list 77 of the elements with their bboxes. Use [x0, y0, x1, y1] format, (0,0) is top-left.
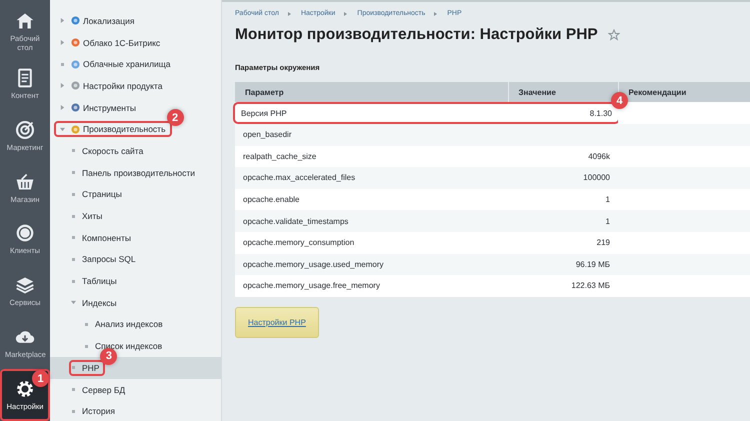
- table-cell: 96.19 МБ: [576, 260, 610, 269]
- tree-item[interactable]: Облако 1С-Битрикс: [83, 38, 160, 48]
- bullet-icon: [72, 214, 75, 218]
- tree-item[interactable]: Инструменты: [83, 102, 136, 113]
- tree-item[interactable]: Страницы: [82, 189, 122, 200]
- column-header: Параметр: [235, 82, 508, 102]
- tree-item[interactable]: Производительность: [83, 124, 166, 134]
- bullet-icon: [61, 62, 64, 66]
- layers-icon: [15, 275, 35, 296]
- bullet-icon: [72, 171, 75, 174]
- table-cell: Версия PHP: [241, 108, 287, 118]
- step-badge: 3: [100, 348, 118, 365]
- caret-right-icon[interactable]: [60, 105, 65, 110]
- tree-item[interactable]: Запросы SQL: [82, 254, 136, 264]
- caret-down-icon[interactable]: [71, 300, 76, 306]
- caret-right-icon[interactable]: [60, 83, 65, 88]
- star-icon[interactable]: [608, 29, 620, 41]
- table-cell: opcache.memory_usage.used_memory: [243, 260, 384, 269]
- page-title: Монитор производительности: Настройки PHP: [235, 26, 598, 44]
- tree-item[interactable]: Таблицы: [82, 276, 117, 286]
- module-icon: [71, 16, 80, 26]
- table-cell: opcache.enable: [243, 195, 300, 204]
- tree-item[interactable]: Скорость сайта: [82, 146, 144, 156]
- home-icon: [15, 11, 35, 32]
- storage-icon: [71, 60, 80, 69]
- bullet-icon: [72, 280, 75, 283]
- bullet-icon: [85, 344, 88, 348]
- table-cell: 100000: [583, 173, 610, 182]
- table-cell: open_basedir: [243, 130, 292, 140]
- table-cell: 1: [606, 216, 610, 226]
- tree-item[interactable]: Индексы: [82, 298, 117, 308]
- table-cell: 8.1.30: [590, 108, 612, 118]
- tree-item[interactable]: Локализация: [83, 16, 134, 26]
- step-badge: 1: [32, 370, 49, 388]
- bullet-icon: [72, 192, 75, 196]
- chevron-icon: [288, 12, 292, 16]
- bullet-icon: [85, 322, 88, 326]
- step-badge: 2: [166, 109, 184, 126]
- bullet-icon: [72, 410, 75, 413]
- bullet-icon: [72, 236, 75, 240]
- tree-item[interactable]: Облачные хранилища: [83, 59, 170, 70]
- table-cell: opcache.max_accelerated_files: [243, 173, 356, 182]
- document-icon: [15, 68, 35, 88]
- module-icon: [71, 38, 80, 48]
- bullet-icon: [72, 388, 75, 392]
- tree-item[interactable]: Анализ индексов: [95, 319, 163, 330]
- basket-icon: [15, 172, 35, 192]
- settings-icon: [15, 379, 35, 400]
- table-cell: opcache.memory_consumption: [243, 238, 354, 248]
- module-icon: [71, 124, 80, 134]
- bullet-icon: [72, 258, 75, 261]
- tree-item[interactable]: Панель производительности: [82, 168, 196, 178]
- caret-down-icon[interactable]: [60, 126, 65, 132]
- table-cell: opcache.validate_timestamps: [243, 216, 348, 226]
- chevron-icon: [344, 12, 348, 16]
- bullet-icon: [72, 366, 75, 370]
- caret-right-icon[interactable]: [60, 18, 65, 24]
- bullet-icon: [72, 149, 75, 152]
- chevron-icon: [434, 12, 438, 16]
- table-cell: 122.63 МБ: [571, 281, 610, 290]
- module-icon: [71, 81, 80, 90]
- target-icon: [15, 120, 35, 140]
- module-icon: [71, 103, 80, 112]
- tree-item[interactable]: Компоненты: [82, 232, 131, 243]
- table-cell: 219: [596, 238, 610, 248]
- tree-item[interactable]: Сервер БД: [82, 384, 126, 395]
- caret-right-icon[interactable]: [60, 40, 65, 46]
- table-cell: 1: [606, 195, 610, 204]
- table-cell: opcache.memory_usage.free_memory: [243, 281, 380, 290]
- tree-item[interactable]: Настройки продукта: [83, 80, 162, 91]
- column-header: Значение: [508, 82, 618, 102]
- table-cell: 4096k: [588, 152, 610, 161]
- tree-item[interactable]: История: [82, 406, 115, 416]
- settings-button[interactable]: Настройки PHP: [235, 306, 319, 338]
- tree-item[interactable]: PHP: [82, 362, 100, 373]
- tree-item[interactable]: Хиты: [82, 211, 102, 222]
- table-cell: realpath_cache_size: [243, 152, 316, 161]
